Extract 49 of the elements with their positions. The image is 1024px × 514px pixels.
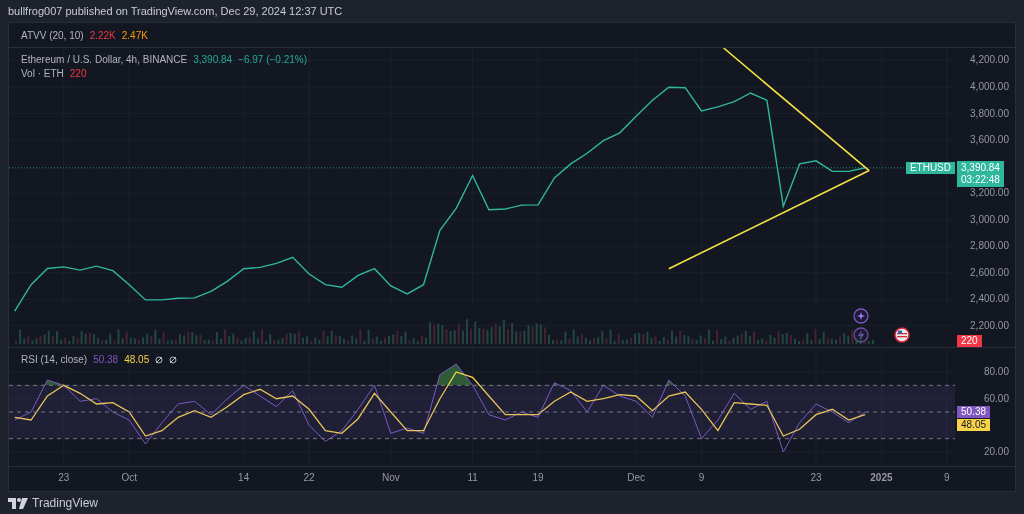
last-price: 3,390.84 — [961, 161, 1000, 174]
rsi-scale-label: 20.00 — [983, 446, 1009, 458]
time-axis-label: 23 — [810, 472, 822, 483]
time-axis-label: 2025 — [870, 472, 893, 483]
price-scale-label: 3,800.00 — [970, 107, 1009, 120]
rsi-value-tag: 50.38 — [957, 406, 991, 418]
price-change: −6.97 (−0.21%) — [238, 54, 308, 65]
tradingview-logo-icon — [8, 497, 28, 509]
time-axis-label: 9 — [698, 472, 705, 483]
time-axis-label: 11 — [467, 472, 478, 483]
price-scale-label: 3,000.00 — [970, 213, 1009, 226]
volume-label: Vol · ETH — [21, 68, 64, 79]
price-scale-label: 3,200.00 — [970, 187, 1009, 200]
plus-icon[interactable] — [853, 308, 869, 324]
publish-info: bullfrog007 published on TradingView.com, Dec 29, 2024 12:37 UTC — [8, 5, 343, 17]
rsi-scale-label: 60.00 — [983, 392, 1009, 405]
time-axis-label: 23 — [58, 472, 70, 483]
time-axis-label: Oct — [121, 472, 137, 483]
rsi-title: RSI (14, close) — [21, 354, 88, 365]
flag-icon[interactable] — [894, 327, 910, 343]
volume-value: 220 — [69, 68, 87, 79]
price-scale-label: 2,400.00 — [970, 293, 1009, 306]
countdown-timer: 03:22:48 — [961, 173, 1000, 186]
rsi-value-tag: 48.05 — [957, 419, 991, 431]
time-axis-label: 22 — [303, 472, 315, 483]
brand-name: TradingView — [32, 496, 99, 510]
price-scale-label: 2,600.00 — [970, 266, 1009, 279]
price-scale-label: 3,600.00 — [970, 134, 1009, 147]
slash-circle-icon[interactable] — [169, 355, 178, 364]
price-scale-label: 2,800.00 — [970, 240, 1009, 253]
indicator-value: 2.47K — [121, 29, 148, 41]
rsi-scale-label: 80.00 — [983, 366, 1009, 378]
time-axis-label: 9 — [944, 472, 950, 483]
time-axis-label: Dec — [627, 472, 645, 483]
rsi-value: 50.38 — [93, 354, 119, 365]
indicator-name: ATVV (20, 10) — [21, 29, 84, 41]
time-axis-label: Nov — [381, 472, 400, 483]
volume-tag: 220 — [957, 335, 982, 347]
price-scale-label: 2,200.00 — [970, 319, 1009, 332]
symbol-tag: ETHUSD — [905, 161, 955, 174]
time-axis-label: 14 — [238, 472, 250, 483]
slash-circle-icon[interactable] — [155, 355, 164, 364]
rsi-value: 48.05 — [124, 354, 150, 365]
symbol-title: Ethereum / U.S. Dollar, 4h, BINANCE — [21, 54, 188, 65]
indicator-value: 2.22K — [89, 29, 116, 41]
price-value: 3,390.84 — [193, 54, 233, 65]
time-axis-label: 19 — [532, 472, 544, 483]
price-scale-label: 4,000.00 — [970, 81, 1009, 93]
price-scale-label: 4,200.00 — [970, 54, 1009, 67]
